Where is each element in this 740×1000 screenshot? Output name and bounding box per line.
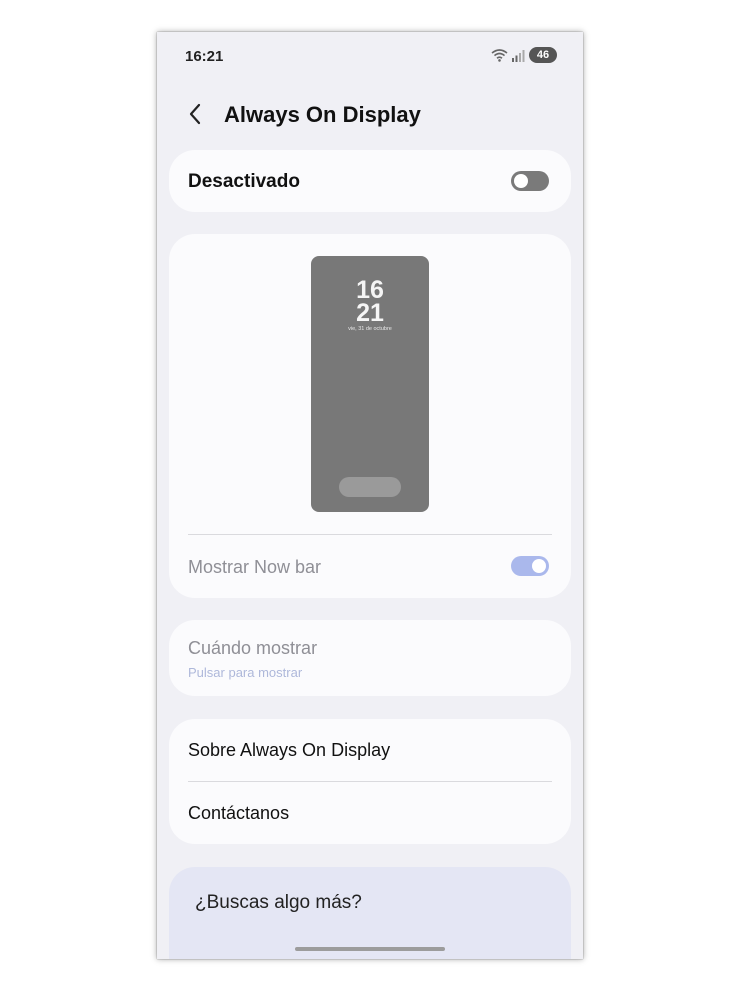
toggle-knob <box>514 174 528 188</box>
info-card: Sobre Always On Display Contáctanos <box>169 719 571 844</box>
aod-clock-minute: 21 <box>356 299 384 327</box>
when-to-show-subtitle: Pulsar para mostrar <box>188 665 303 680</box>
when-to-show-item[interactable]: Cuándo mostrar Pulsar para mostrar <box>169 620 571 696</box>
now-bar-toggle[interactable] <box>511 556 549 576</box>
master-switch-label: Desactivado <box>188 171 300 192</box>
wifi-icon <box>491 48 508 62</box>
now-bar-label: Mostrar Now bar <box>188 557 322 577</box>
page-title: Always On Display <box>224 102 421 127</box>
when-to-show-title: Cuándo mostrar <box>188 638 318 658</box>
chevron-left-icon <box>183 103 209 131</box>
contact-us-label: Contáctanos <box>188 803 290 823</box>
master-toggle[interactable] <box>511 171 549 191</box>
master-switch-card[interactable]: Desactivado <box>169 150 571 212</box>
divider <box>188 534 552 535</box>
suggestions-card: ¿Buscas algo más? <box>169 867 571 959</box>
battery-icon: 46 <box>529 47 557 63</box>
status-icons: 46 <box>491 47 557 63</box>
back-button[interactable] <box>183 101 209 127</box>
preview-card: 16 21 vie, 31 de octubre Mostrar Now bar <box>169 234 571 598</box>
aod-date: vie, 31 de octubre <box>348 326 392 332</box>
phone-screen: 16:21 46 Always On Display Desactivado 1… <box>157 32 583 959</box>
header: Always On Display <box>157 94 583 134</box>
aod-preview[interactable]: 16 21 vie, 31 de octubre <box>311 256 429 512</box>
about-aod-label: Sobre Always On Display <box>188 740 391 760</box>
suggestions-title: ¿Buscas algo más? <box>195 892 362 913</box>
now-bar-pill <box>339 477 401 497</box>
status-bar: 16:21 46 <box>157 32 583 80</box>
toggle-knob <box>532 559 546 573</box>
contact-us-item[interactable]: Contáctanos <box>169 782 571 844</box>
status-time: 16:21 <box>185 48 224 65</box>
about-aod-item[interactable]: Sobre Always On Display <box>169 719 571 781</box>
signal-icon <box>512 49 525 62</box>
home-indicator[interactable] <box>295 947 445 951</box>
